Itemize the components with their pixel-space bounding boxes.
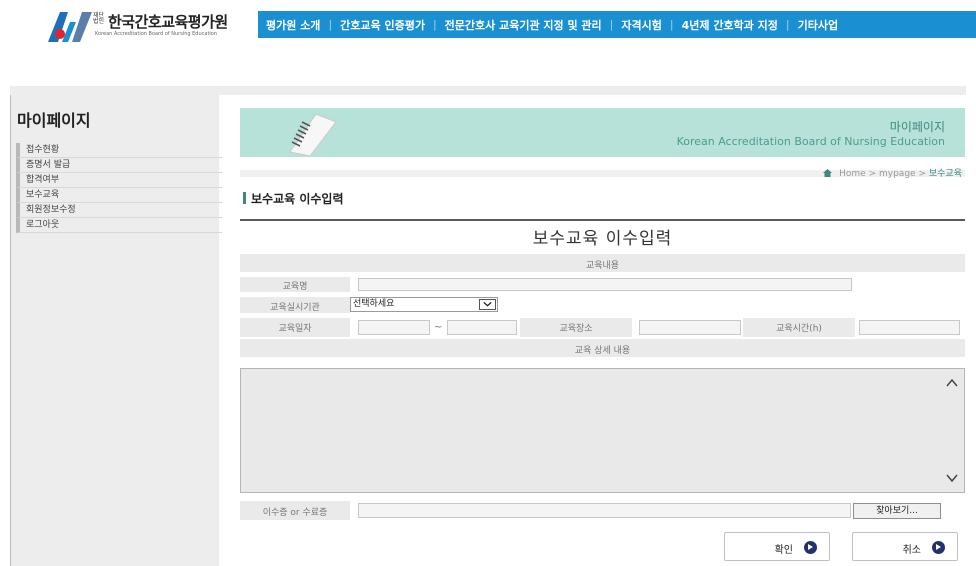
heading-divider — [240, 219, 965, 221]
course-name-label: 교육명 — [282, 282, 308, 292]
header: 재단 법인 한국간호교육평가원 Korean Accreditation Boa… — [0, 0, 976, 52]
notebook-icon — [289, 113, 337, 156]
breadcrumb-separator: > — [868, 169, 877, 179]
nav-item-exam[interactable]: 자격시험 — [613, 17, 669, 33]
page: 재단 법인 한국간호교육평가원 Korean Accreditation Boa… — [0, 0, 976, 566]
sidebar-item-continuing-education[interactable]: 보수교육 — [16, 188, 222, 203]
date-start-input[interactable] — [358, 320, 430, 335]
page-heading: 보수교육 이수입력 — [243, 190, 344, 207]
sidebar-item-edit-profile[interactable]: 회원정보수정 — [16, 203, 222, 218]
hours-input[interactable] — [859, 320, 960, 335]
nav-item-specialist[interactable]: 전문간호사 교육기관 지정 및 관리 — [437, 17, 610, 33]
nav-item-4year[interactable]: 4년제 간호학과 지정 — [674, 17, 786, 33]
logo-title[interactable]: 한국간호교육평가원 — [108, 11, 228, 32]
breadcrumb-home[interactable]: Home — [839, 169, 866, 179]
scroll-down-icon[interactable] — [945, 472, 959, 484]
home-icon — [823, 169, 833, 177]
nav-item-accreditation[interactable]: 간호교육 인증평가 — [332, 17, 433, 33]
sidebar-item-logout[interactable]: 로그아웃 — [16, 218, 222, 233]
sidebar-item-certificate[interactable]: 증명서 발급 — [16, 158, 222, 173]
page-heading-text: 보수교육 이수입력 — [251, 192, 344, 206]
date-range-tilde: ~ — [434, 322, 443, 333]
date-end-input[interactable] — [447, 320, 517, 335]
hours-label: 교육시간(h) — [776, 324, 822, 334]
detail-textarea[interactable] — [240, 368, 965, 493]
confirm-button[interactable]: 확인 — [724, 532, 830, 561]
sidebar-menu: 접수현황 증명서 발급 합격여부 보수교육 회원정보수정 로그아웃 — [16, 143, 222, 233]
breadcrumb-separator: > — [918, 169, 926, 179]
nav-item-about[interactable]: 평가원 소개 — [258, 17, 328, 33]
logo-subtitle: Korean Accreditation Board of Nursing Ed… — [95, 31, 218, 37]
institution-select[interactable]: 선택하세요 — [350, 297, 498, 312]
breadcrumb-current: 보수교육 — [928, 169, 962, 179]
breadcrumb-mypage[interactable]: mypage — [879, 169, 916, 179]
banner-subtitle: Korean Accreditation Board of Nursing Ed… — [676, 135, 945, 148]
breadcrumb: Home > mypage > 보수교육 — [823, 166, 962, 179]
sidebar-item-pass-status[interactable]: 합격여부 — [16, 173, 222, 188]
logo-small-text: 재단 법인 — [93, 12, 105, 25]
place-label: 교육장소 — [559, 324, 593, 334]
certificate-file-input[interactable] — [358, 503, 851, 518]
logo-mark-icon — [48, 12, 92, 42]
header-band — [10, 86, 966, 95]
course-name-input[interactable] — [358, 278, 852, 291]
section-header-label: 교육내용 — [585, 261, 620, 271]
place-input[interactable] — [639, 320, 741, 335]
left-border — [10, 95, 11, 566]
banner-title: 마이페이지 — [889, 120, 945, 134]
sidebar: 마이페이지 접수현황 증명서 발급 합격여부 보수교육 회원정보수정 로그아웃 — [10, 95, 222, 566]
sidebar-title: 마이페이지 — [17, 111, 91, 130]
browse-button[interactable]: 찾아보기... — [853, 503, 941, 519]
main-navigation: 평가원 소개 | 간호교육 인증평가 | 전문간호사 교육기관 지정 및 관리 … — [258, 11, 976, 38]
chevron-down-icon — [479, 299, 496, 310]
institution-select-value: 선택하세요 — [353, 299, 395, 309]
certificate-label: 이수증 or 수료증 — [262, 508, 328, 518]
sidebar-item-applications[interactable]: 접수현황 — [16, 143, 222, 158]
cancel-button-label: 취소 — [902, 545, 921, 556]
heading-bar — [243, 192, 246, 204]
nav-item-other[interactable]: 기타사업 — [790, 17, 846, 33]
arrow-right-icon — [932, 541, 945, 554]
scroll-up-icon[interactable] — [945, 377, 959, 389]
detail-header-label: 교육 상세 내용 — [574, 346, 631, 356]
arrow-right-icon — [804, 541, 817, 554]
confirm-button-label: 확인 — [774, 545, 793, 556]
institution-label: 교육실시기관 — [270, 303, 320, 313]
form-title: 보수교육 이수입력 — [532, 229, 673, 249]
date-label: 교육일자 — [278, 324, 312, 334]
cancel-button[interactable]: 취소 — [852, 532, 958, 561]
banner — [240, 108, 965, 157]
